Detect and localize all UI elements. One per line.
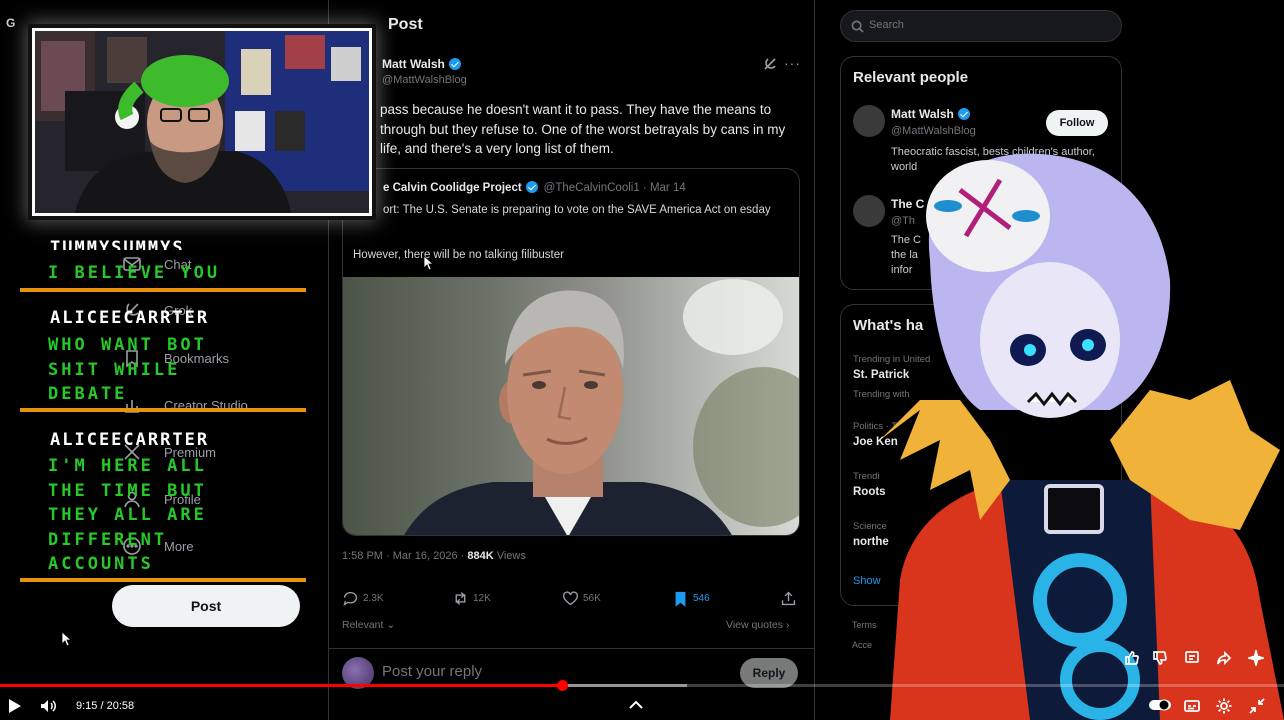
- chat-message: I BELIEVE YOU: [48, 263, 221, 283]
- playback-time: 9:15 / 20:58: [76, 700, 135, 712]
- share-action[interactable]: [780, 590, 797, 607]
- quote-text: ort: The U.S. Senate is preparing to vot…: [383, 204, 771, 216]
- post-text: pass because he doesn't want it to pass.…: [380, 102, 786, 156]
- chat-divider: [20, 288, 306, 292]
- view-quotes-label: View quotes: [726, 619, 784, 631]
- reply-icon: [343, 591, 358, 606]
- chat-message: I'M HERE ALL THE TIME BUT THEY ALL ARE D…: [48, 456, 207, 574]
- gear-icon: [1216, 698, 1232, 714]
- divider: [814, 0, 815, 720]
- quote-photo[interactable]: [343, 277, 799, 535]
- quote-author: e Calvin Coolidge Project @TheCalvinCooli…: [383, 181, 686, 194]
- person-handle: @MattWalshBlog: [891, 125, 976, 137]
- toggle-icon: [1149, 699, 1171, 711]
- thumbs-down-icon[interactable]: [1152, 650, 1168, 666]
- bookmark-action[interactable]: 546: [672, 590, 710, 607]
- vtuber-avatar-image: [880, 153, 1284, 720]
- chat-username: ALICEECARRTER: [50, 308, 210, 328]
- post-button[interactable]: Post: [112, 585, 300, 627]
- mouse-cursor-icon: [62, 632, 72, 646]
- page-title: Post: [388, 16, 423, 33]
- quote-subtext: However, there will be no talking filibu…: [353, 249, 564, 261]
- author-handle[interactable]: @MattWalshBlog: [382, 74, 467, 86]
- stream-chat-overlay: TUMMYSUMMYS I BELIEVE YOU ALICEECARRTER …: [20, 238, 308, 586]
- webcam-overlay: [32, 28, 372, 216]
- portrait-image: [404, 279, 799, 535]
- repost-count: 12K: [473, 593, 491, 604]
- avatar[interactable]: [853, 105, 885, 137]
- heart-icon: [563, 591, 578, 606]
- quoted-post[interactable]: e Calvin Coolidge Project @TheCalvinCooli…: [342, 168, 800, 536]
- volume-icon: [41, 700, 56, 712]
- sort-dropdown[interactable]: Relevant ⌄: [342, 619, 395, 631]
- chat-message: WHO WANT BOT SHIT WHILE DEBATE: [48, 335, 207, 404]
- quote-author-handle: @TheCalvinCooli1 · Mar 14: [543, 182, 686, 194]
- nav-letter: G: [6, 16, 16, 30]
- played-bar: [0, 684, 563, 687]
- author-name[interactable]: Matt Walsh: [382, 57, 461, 71]
- play-button[interactable]: [4, 696, 24, 720]
- streamer-webcam-image: [35, 31, 369, 213]
- view-count: 884K: [467, 550, 494, 562]
- author-name-text: Matt Walsh: [382, 57, 445, 71]
- volume-button[interactable]: [38, 696, 58, 720]
- panel-title: Relevant people: [853, 69, 969, 86]
- search-icon: [851, 20, 864, 33]
- video-hover-actions: [1118, 644, 1274, 674]
- search-box[interactable]: [840, 10, 1122, 42]
- thumbs-up-icon[interactable]: [1124, 650, 1140, 666]
- captions-icon: [1184, 700, 1200, 712]
- post-meta: 1:58 PM · Mar 16, 2026 · 884K Views: [342, 550, 526, 562]
- repost-icon: [455, 592, 466, 605]
- share-icon: [781, 591, 796, 606]
- chat-username: TUMMYSUMMYS: [50, 238, 185, 250]
- reply-count: 2.3K: [363, 593, 384, 604]
- verified-badge-icon: [957, 108, 970, 120]
- autoplay-toggle[interactable]: [1148, 698, 1172, 717]
- bookmark-count: 546: [693, 593, 710, 604]
- view-quotes-link[interactable]: View quotes ›: [726, 619, 789, 631]
- play-icon: [9, 699, 21, 713]
- person-name[interactable]: Matt Walsh: [891, 107, 970, 121]
- share-icon[interactable]: [1216, 650, 1232, 666]
- sparkle-icon[interactable]: [1248, 650, 1264, 666]
- bookmark-filled-icon: [675, 591, 686, 607]
- hand-cursor-icon: [424, 256, 434, 270]
- post-timestamp: 1:58 PM · Mar 16, 2026 ·: [342, 550, 468, 562]
- sort-label: Relevant: [342, 619, 384, 631]
- minimize-icon: [1249, 698, 1265, 714]
- follow-button[interactable]: Follow: [1046, 110, 1108, 136]
- person-name-text: Matt Walsh: [891, 107, 954, 121]
- chat-divider: [20, 578, 306, 582]
- more-options-icon[interactable]: ···: [784, 55, 801, 71]
- repost-action[interactable]: 12K: [452, 590, 491, 607]
- captions-button[interactable]: [1183, 697, 1201, 720]
- settings-button[interactable]: [1215, 697, 1233, 720]
- expand-button[interactable]: [627, 697, 645, 716]
- verified-badge-icon: [448, 58, 461, 70]
- chat-divider: [20, 408, 306, 412]
- view-label: Views: [493, 550, 526, 562]
- verified-badge-icon: [525, 181, 538, 193]
- grok-icon[interactable]: [762, 56, 778, 72]
- search-input[interactable]: [869, 19, 1011, 31]
- chat-username: ALICEECARRTER: [50, 430, 210, 450]
- reply-composer: Reply: [328, 648, 814, 698]
- like-action[interactable]: 56K: [562, 590, 601, 607]
- reply-input[interactable]: [382, 663, 682, 680]
- reply-action[interactable]: 2.3K: [342, 590, 384, 607]
- fullscreen-exit-button[interactable]: [1248, 697, 1266, 720]
- like-count: 56K: [583, 593, 601, 604]
- chevron-up-icon: [629, 700, 643, 709]
- video-progress-bar[interactable]: [0, 680, 1284, 691]
- quote-author-name: e Calvin Coolidge Project: [383, 182, 522, 194]
- post-actions: 2.3K 12K 56K 546: [342, 590, 800, 610]
- comment-icon[interactable]: [1184, 650, 1200, 666]
